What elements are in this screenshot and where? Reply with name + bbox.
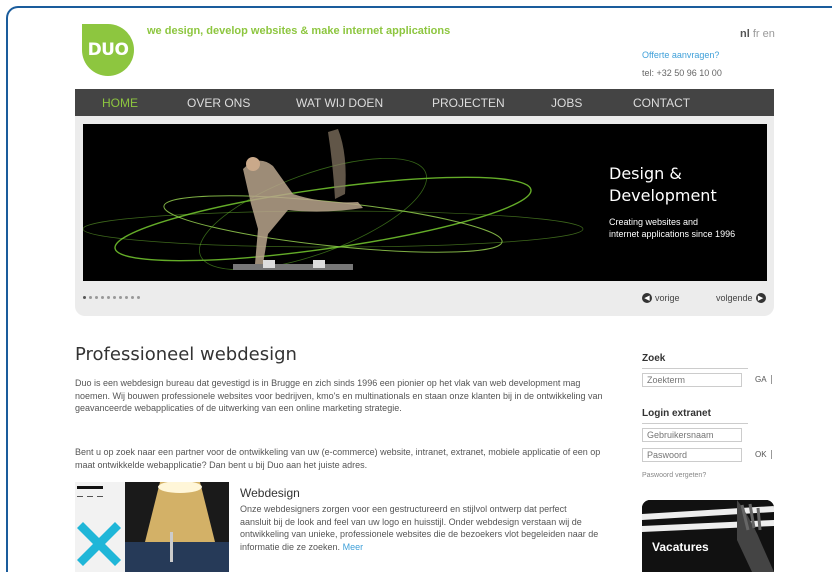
slider-dot[interactable] [113, 296, 116, 299]
hero-title-line2: Development [609, 186, 717, 205]
hero-title-line1: Design & [609, 164, 682, 183]
search-input[interactable] [642, 373, 742, 387]
search-button[interactable]: GA [755, 375, 772, 384]
webdesign-body: Onze webdesigners zorgen voor een gestru… [240, 504, 599, 552]
language-switcher: nl fr en [740, 28, 775, 40]
page-title: Professioneel webdesign [75, 344, 297, 365]
password-field[interactable] [642, 448, 742, 462]
slider-dots [83, 296, 140, 299]
slider-dot[interactable] [89, 296, 92, 299]
forgot-password-link[interactable]: Paswoord vergeten? [642, 472, 706, 479]
slider-dot[interactable] [125, 296, 128, 299]
partner-paragraph: Bent u op zoek naar een partner voor de … [75, 447, 601, 470]
lang-nl[interactable]: nl [740, 28, 750, 40]
prev-button[interactable]: ◀ vorige [642, 293, 680, 303]
hero-sub-line1: Creating websites and [609, 217, 699, 227]
duo-logo[interactable]: DUO [82, 24, 134, 76]
slider-dot[interactable] [137, 296, 140, 299]
slider-dot[interactable] [83, 296, 86, 299]
webdesign-title[interactable]: Webdesign [240, 486, 300, 500]
nav-contact[interactable]: CONTACT [633, 96, 690, 110]
hero-title: Design & Development [609, 163, 717, 207]
nav-projecten[interactable]: PROJECTEN [432, 96, 505, 110]
username-field[interactable] [642, 428, 742, 442]
vacatures-label: Vacatures [652, 540, 709, 554]
main-nav: HOME OVER ONS WAT WIJ DOEN PROJECTEN JOB… [75, 89, 774, 116]
webdesign-more-link[interactable]: Meer [343, 542, 364, 552]
login-button[interactable]: OK [755, 450, 772, 459]
login-heading: Login extranet [642, 408, 748, 424]
nav-wat-wij-doen[interactable]: WAT WIJ DOEN [296, 96, 383, 110]
slider-dot[interactable] [95, 296, 98, 299]
vacatures-banner[interactable]: Vacatures [642, 500, 774, 572]
search-heading: Zoek [642, 353, 748, 369]
nav-jobs[interactable]: JOBS [551, 96, 582, 110]
webdesign-thumbnail[interactable] [75, 482, 229, 572]
hero-subtitle: Creating websites and internet applicati… [609, 216, 759, 240]
nav-over-ons[interactable]: OVER ONS [187, 96, 250, 110]
intro-paragraph: Duo is een webdesign bureau dat gevestig… [75, 378, 603, 413]
slider-dot[interactable] [101, 296, 104, 299]
webdesign-image [75, 482, 229, 572]
webdesign-text: Onze webdesigners zorgen voor een gestru… [240, 503, 600, 553]
tagline: we design, develop websites & make inter… [147, 25, 451, 37]
prev-label: vorige [655, 293, 680, 303]
next-button[interactable]: volgende ▶ [716, 293, 766, 303]
phone-number: tel: +32 50 96 10 00 [642, 68, 722, 78]
next-label: volgende [716, 293, 753, 303]
nav-home[interactable]: HOME [102, 96, 138, 110]
chevron-right-icon: ▶ [755, 293, 766, 303]
lang-fr[interactable]: fr [753, 28, 760, 40]
vacatures-image [642, 500, 774, 572]
lang-en[interactable]: en [763, 28, 775, 40]
chevron-left-icon: ◀ [642, 293, 652, 303]
slider-dot[interactable] [107, 296, 110, 299]
hero-sub-line2: internet applications since 1996 [609, 229, 736, 239]
slider-dot[interactable] [119, 296, 122, 299]
offerte-link[interactable]: Offerte aanvragen? [642, 50, 719, 60]
slider-dot[interactable] [131, 296, 134, 299]
